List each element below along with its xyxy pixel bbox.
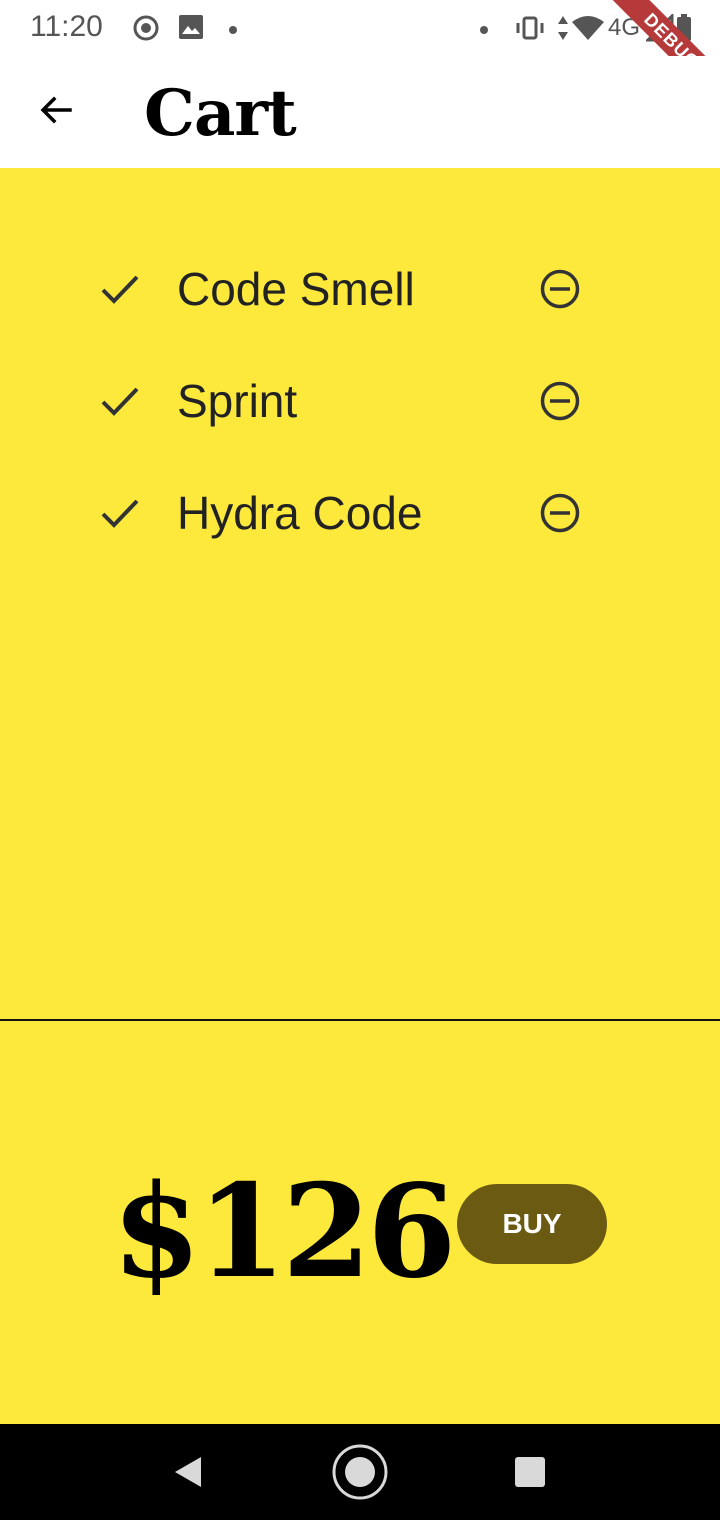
nav-home-button[interactable]: [330, 1442, 390, 1502]
check-icon: [96, 377, 144, 425]
system-nav-bar: [0, 1424, 720, 1520]
nav-back-button[interactable]: [158, 1442, 218, 1502]
list-item: Code Smell: [96, 249, 596, 329]
home-circle-icon: [332, 1444, 388, 1500]
remove-item-button[interactable]: [534, 375, 586, 427]
list-item: Sprint: [96, 361, 596, 441]
image-icon: [178, 14, 204, 45]
cart-list: Code Smell Sprint Hydra Code: [0, 168, 720, 1019]
nav-recents-button[interactable]: [500, 1442, 560, 1502]
arrow-left-icon: [38, 92, 74, 133]
remove-circle-icon: [540, 381, 580, 421]
item-label: Hydra Code: [177, 487, 423, 539]
status-bar: 11:20 4G DEBUG: [0, 0, 720, 121]
remove-item-button[interactable]: [534, 487, 586, 539]
vibrate-icon: [514, 14, 546, 47]
wifi-icon: [570, 14, 606, 47]
remove-circle-icon: [540, 269, 580, 309]
recents-square-icon: [515, 1457, 545, 1487]
check-icon: [96, 489, 144, 537]
notification-dot-icon: [479, 22, 489, 40]
buy-button[interactable]: BUY: [457, 1184, 607, 1264]
play-circle-icon: [132, 14, 160, 47]
back-triangle-icon: [175, 1457, 201, 1487]
notification-dot-icon: [228, 22, 238, 40]
app-bar: Cart: [0, 56, 720, 168]
item-label: Sprint: [177, 375, 298, 427]
remove-circle-icon: [540, 493, 580, 533]
data-arrows-icon: [556, 14, 570, 47]
status-time: 11:20: [30, 10, 103, 43]
item-label: Code Smell: [177, 263, 415, 315]
list-item: Hydra Code: [96, 473, 596, 553]
total-price: $126: [112, 1157, 456, 1307]
remove-item-button[interactable]: [534, 263, 586, 315]
total-section: $126 BUY: [0, 1021, 720, 1424]
page-title: Cart: [144, 76, 297, 151]
back-button[interactable]: [24, 80, 88, 144]
check-icon: [96, 265, 144, 313]
